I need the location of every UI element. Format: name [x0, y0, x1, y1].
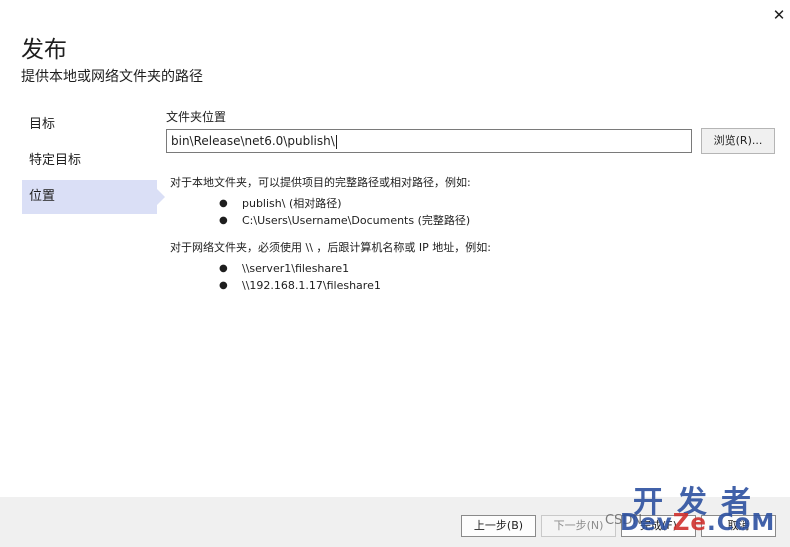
local-folder-help: 对于本地文件夹，可以提供项目的完整路径或相对路径，例如: ● publish\ (… — [170, 174, 471, 229]
text-caret — [335, 134, 337, 149]
watermark-domain: DevZe.CoM — [620, 510, 775, 536]
list-item: ● \\192.168.1.17\fileshare1 — [170, 277, 491, 294]
watermark-part: Dev — [620, 510, 673, 536]
list-item: ● C:\Users\Username\Documents (完整路径) — [170, 212, 471, 229]
example-text: \\server1\fileshare1 — [242, 262, 350, 275]
bullet-icon: ● — [219, 215, 228, 226]
list-item: ● publish\ (相对路径) — [170, 195, 471, 212]
bullet-icon: ● — [219, 280, 228, 291]
folder-path-input[interactable]: bin\Release\net6.0\publish\ — [166, 129, 692, 153]
nav-item-target[interactable]: 目标 — [22, 108, 157, 142]
local-folder-intro: 对于本地文件夹，可以提供项目的完整路径或相对路径，例如: — [170, 176, 471, 189]
list-item: ● \\server1\fileshare1 — [170, 260, 491, 277]
watermark-part: .CoM — [706, 510, 776, 536]
folder-path-value: bin\Release\net6.0\publish\ — [171, 134, 335, 148]
example-text: C:\Users\Username\Documents (完整路径) — [242, 214, 471, 227]
page-title: 发布 — [21, 37, 67, 63]
example-text: publish\ (相对路径) — [242, 197, 342, 210]
wizard-nav: 目标 特定目标 位置 — [22, 108, 165, 216]
bullet-icon: ● — [219, 198, 228, 209]
nav-item-location[interactable]: 位置 — [22, 180, 165, 214]
bullet-icon: ● — [219, 263, 228, 274]
watermark-part: Ze — [672, 510, 707, 536]
close-icon[interactable]: ✕ — [768, 4, 790, 26]
network-folder-help: 对于网络文件夹，必须使用 \\ ，后跟计算机名称或 IP 地址，例如: ● \\s… — [170, 239, 491, 294]
folder-location-label: 文件夹位置 — [166, 110, 227, 124]
network-folder-intro: 对于网络文件夹，必须使用 \\ ，后跟计算机名称或 IP 地址，例如: — [170, 241, 491, 254]
previous-button[interactable]: 上一步(B) — [461, 515, 536, 537]
browse-button[interactable]: 浏览(R)... — [701, 128, 775, 154]
nav-item-specific-target[interactable]: 特定目标 — [22, 144, 157, 178]
page-subtitle: 提供本地或网络文件夹的路径 — [21, 69, 203, 85]
example-text: \\192.168.1.17\fileshare1 — [242, 279, 381, 292]
